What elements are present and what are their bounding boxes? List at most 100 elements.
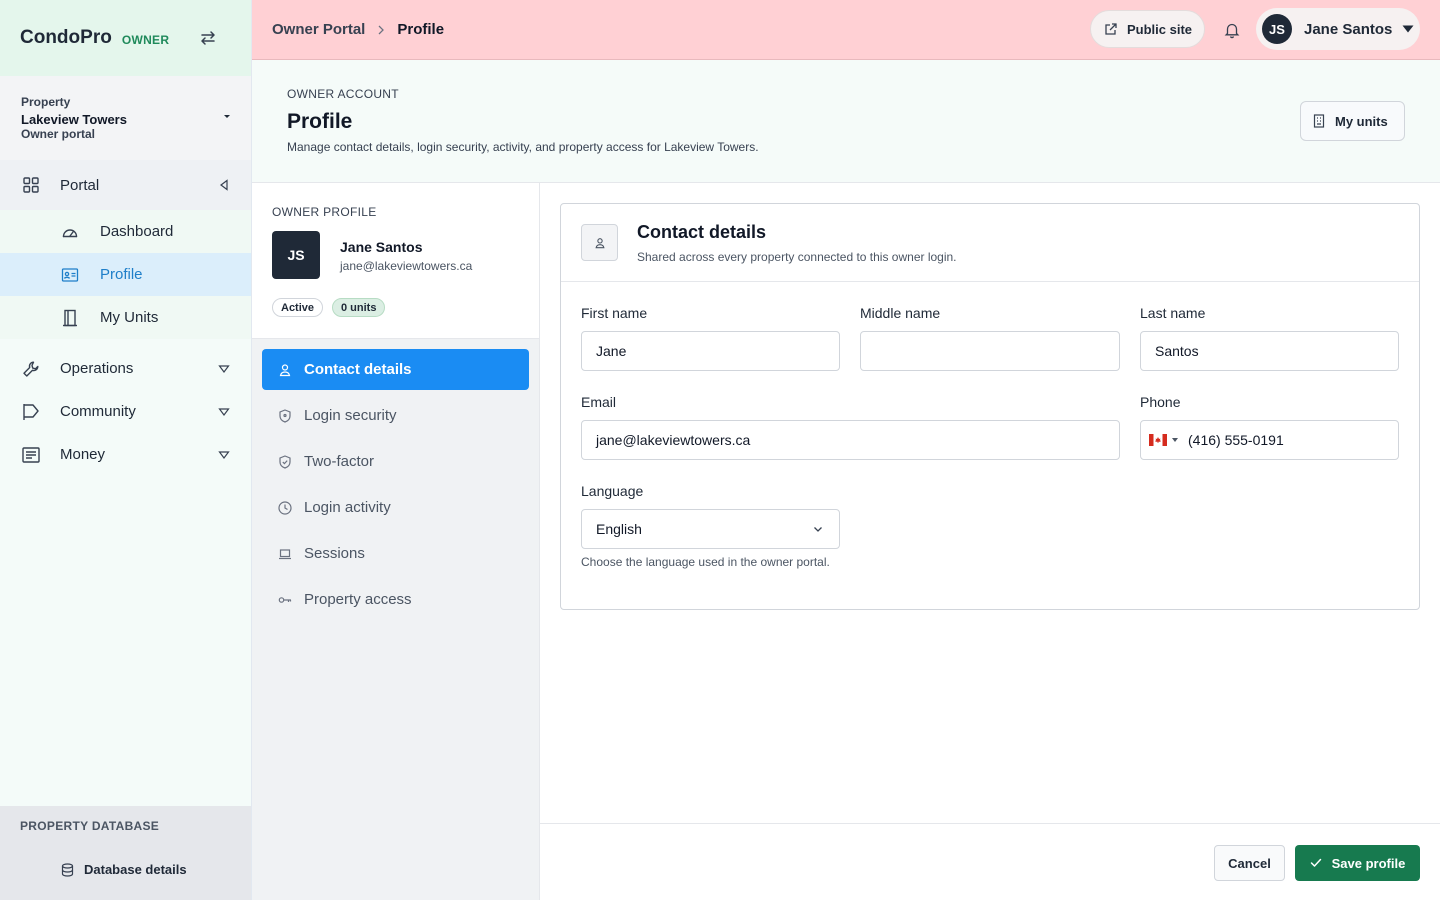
property-name: Lakeview Towers bbox=[21, 112, 127, 127]
profile-nav-sessions[interactable]: Sessions bbox=[262, 533, 529, 574]
form-footer: Cancel Save profile bbox=[540, 823, 1440, 900]
person-icon bbox=[581, 224, 618, 261]
canada-flag-icon bbox=[1149, 434, 1167, 446]
caret-down-icon bbox=[1402, 25, 1414, 33]
app-role: OWNER bbox=[121, 32, 170, 47]
key-icon bbox=[278, 596, 292, 603]
contact-details-card: Contact details Shared across every prop… bbox=[560, 203, 1420, 610]
sidebar-item-community[interactable]: Community bbox=[0, 390, 251, 433]
profile-nav-label: Login security bbox=[304, 407, 397, 424]
public-site-button[interactable]: Public site bbox=[1090, 10, 1205, 48]
sidebar-item-portal[interactable]: Portal bbox=[0, 160, 251, 210]
card-header: Contact details Shared across every prop… bbox=[561, 204, 1419, 282]
language-select[interactable]: English bbox=[581, 509, 840, 549]
brand: CondoPro OWNER bbox=[0, 0, 251, 76]
sidebar-item-label: Dashboard bbox=[100, 223, 174, 240]
card-title: Contact details bbox=[637, 222, 767, 242]
phone-label: Phone bbox=[1140, 394, 1181, 410]
breadcrumb-root[interactable]: Owner Portal bbox=[272, 21, 365, 38]
language-label: Language bbox=[581, 483, 644, 499]
status-badge: Active bbox=[272, 298, 324, 317]
first-name-label: First name bbox=[581, 305, 648, 321]
units-badge: 0 units bbox=[332, 298, 386, 317]
cancel-button[interactable]: Cancel bbox=[1214, 845, 1285, 881]
sidebar-item-label: Portal bbox=[60, 176, 100, 194]
last-name-field[interactable]: Santos bbox=[1140, 331, 1399, 371]
sidebar-item-profile[interactable]: Profile bbox=[0, 253, 251, 296]
database-details-link[interactable]: Database details bbox=[61, 862, 187, 877]
profile-nav-two-factor[interactable]: Two-factor bbox=[262, 441, 529, 482]
profile-nav: Contact details Login security Two-facto… bbox=[262, 349, 529, 625]
id-card-icon bbox=[61, 267, 79, 282]
grid-icon bbox=[23, 177, 39, 193]
breadcrumb-current: Profile bbox=[397, 21, 445, 38]
profile-card: OWNER PROFILE JS Jane Santos jane@lakevi… bbox=[252, 183, 539, 339]
sidebar-item-label: My Units bbox=[100, 309, 159, 326]
database-icon bbox=[61, 862, 74, 877]
sidebar-item-operations[interactable]: Operations bbox=[0, 347, 251, 390]
country-selector[interactable] bbox=[1149, 434, 1178, 446]
avatar: JS bbox=[272, 231, 320, 279]
page-subtitle: Manage contact details, login security, … bbox=[287, 140, 759, 154]
email-label: Email bbox=[581, 394, 617, 410]
profile-eyebrow: OWNER PROFILE bbox=[272, 205, 377, 219]
language-value: English bbox=[596, 521, 642, 537]
profile-name: Jane Santos bbox=[340, 239, 423, 255]
database-title: PROPERTY DATABASE bbox=[20, 819, 160, 833]
external-link-icon bbox=[1105, 23, 1117, 35]
database-link-label: Database details bbox=[84, 862, 187, 877]
triangle-down-icon bbox=[218, 450, 230, 459]
profile-nav-contact-details[interactable]: Contact details bbox=[262, 349, 529, 390]
topbar: Owner Portal Profile Public site JS Jane… bbox=[252, 0, 1440, 60]
profile-nav-login-activity[interactable]: Login activity bbox=[262, 487, 529, 528]
sidebar-item-label: Money bbox=[60, 446, 106, 463]
email-field[interactable]: jane@lakeviewtowers.ca bbox=[581, 420, 1120, 460]
save-profile-label: Save profile bbox=[1331, 855, 1406, 871]
card-subtitle: Shared across every property connected t… bbox=[637, 250, 957, 264]
user-name: Jane Santos bbox=[1304, 20, 1393, 38]
user-menu-button[interactable]: JS Jane Santos bbox=[1256, 8, 1420, 50]
profile-nav-login-security[interactable]: Login security bbox=[262, 395, 529, 436]
profile-nav-label: Contact details bbox=[304, 361, 412, 378]
swap-icon[interactable] bbox=[197, 27, 219, 49]
page-title: Profile bbox=[287, 110, 353, 133]
app-name: CondoPro bbox=[20, 27, 112, 48]
middle-name-field[interactable] bbox=[860, 331, 1120, 371]
my-units-button[interactable]: My units bbox=[1300, 101, 1405, 141]
sidebar-item-money[interactable]: Money bbox=[0, 433, 251, 476]
profile-email: jane@lakeviewtowers.ca bbox=[340, 259, 473, 273]
first-name-field[interactable]: Jane bbox=[581, 331, 840, 371]
wrench-icon bbox=[23, 360, 39, 377]
check-icon bbox=[1310, 858, 1321, 867]
sidebar-item-dashboard[interactable]: Dashboard bbox=[0, 210, 251, 253]
property-label: Property bbox=[21, 95, 71, 109]
phone-field[interactable]: (416) 555-0191 bbox=[1140, 420, 1399, 460]
sidebar-item-my-units[interactable]: My Units bbox=[0, 296, 251, 339]
bell-icon[interactable] bbox=[1223, 21, 1241, 39]
sidebar-item-label: Community bbox=[60, 403, 136, 420]
triangle-down-icon bbox=[218, 364, 230, 373]
profile-nav-label: Login activity bbox=[304, 499, 391, 516]
shield-icon bbox=[279, 408, 291, 423]
building-icon bbox=[1313, 114, 1325, 128]
profile-panel: OWNER PROFILE JS Jane Santos jane@lakevi… bbox=[252, 183, 540, 900]
shield-check-icon bbox=[279, 454, 291, 469]
property-selector[interactable]: Property Lakeview Towers Owner portal bbox=[0, 76, 251, 160]
person-icon bbox=[279, 363, 291, 376]
profile-nav-label: Property access bbox=[304, 591, 412, 608]
triangle-down-icon bbox=[218, 407, 230, 416]
language-hint: Choose the language used in the owner po… bbox=[581, 555, 830, 569]
main-content: Contact details Shared across every prop… bbox=[540, 183, 1440, 900]
caret-down-icon[interactable] bbox=[223, 112, 231, 120]
sidebar-item-label: Profile bbox=[100, 266, 143, 283]
save-profile-button[interactable]: Save profile bbox=[1295, 845, 1420, 881]
breadcrumb: Owner Portal Profile bbox=[272, 21, 444, 38]
sidebar-nav: Portal Dashboard Profile My Units Operat… bbox=[0, 160, 251, 476]
page-header: OWNER ACCOUNT Profile Manage contact det… bbox=[252, 60, 1440, 183]
triangle-left-icon bbox=[220, 179, 228, 191]
profile-nav-property-access[interactable]: Property access bbox=[262, 579, 529, 620]
gauge-icon bbox=[62, 228, 78, 237]
caret-down-icon bbox=[1172, 438, 1178, 442]
chevron-down-icon bbox=[814, 527, 822, 532]
receipt-icon bbox=[22, 446, 40, 463]
